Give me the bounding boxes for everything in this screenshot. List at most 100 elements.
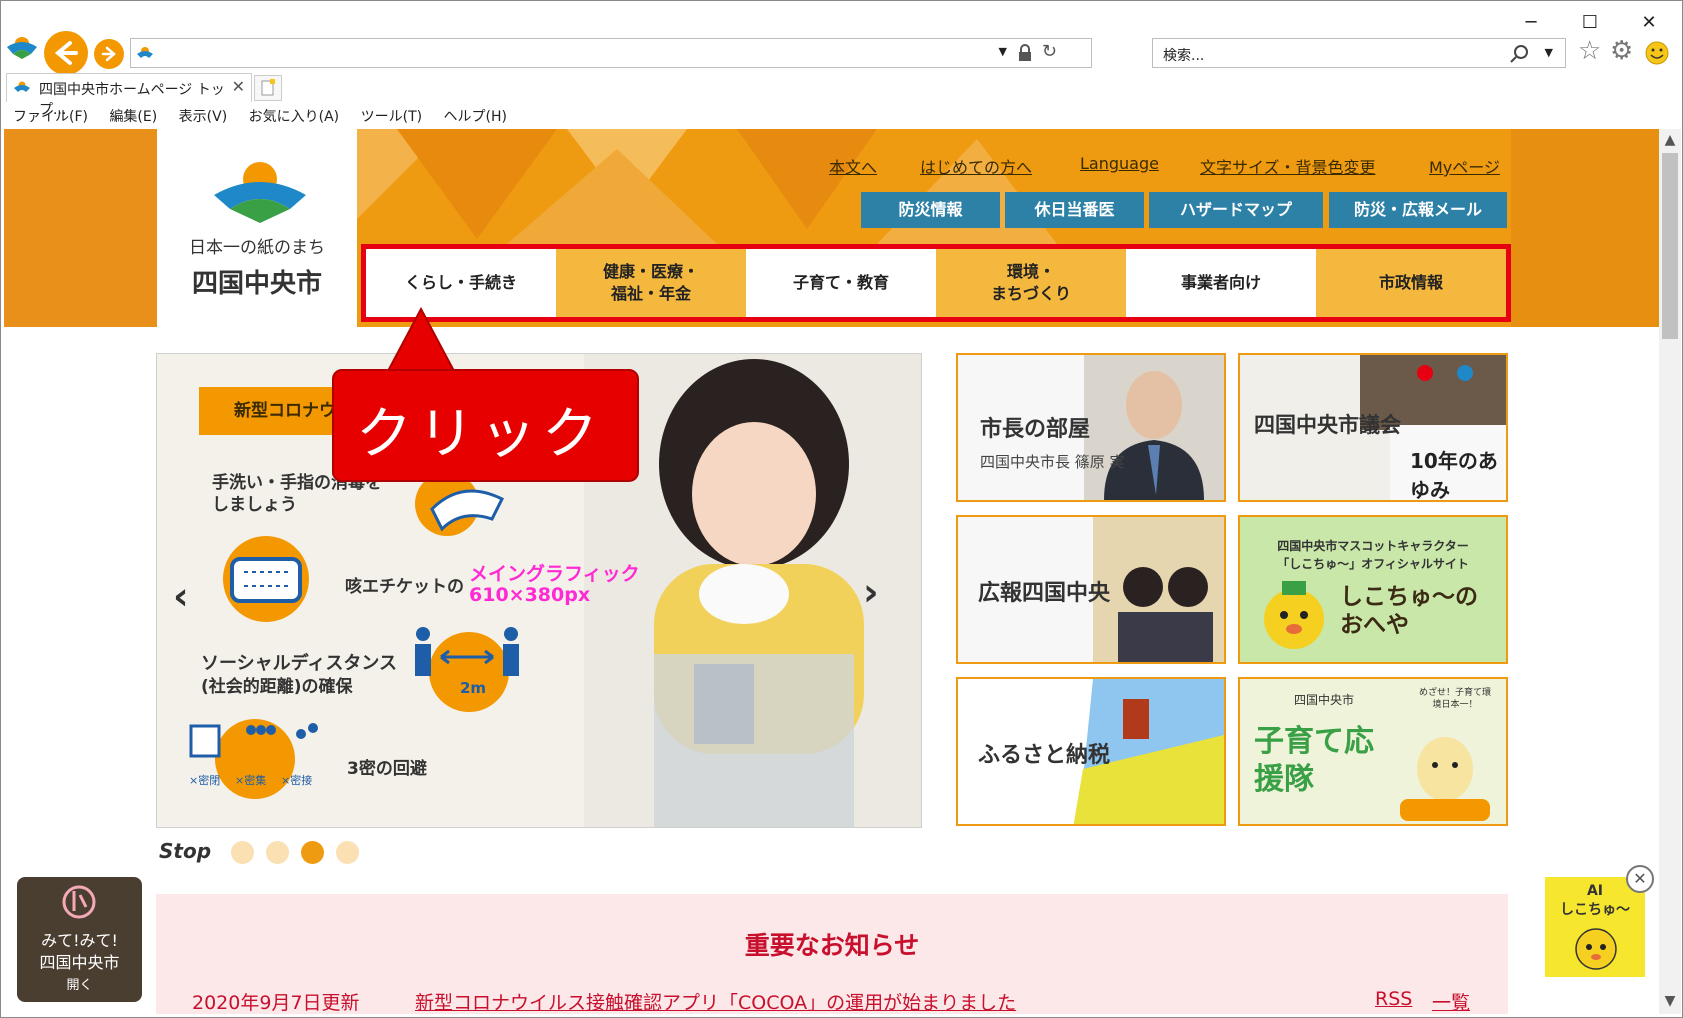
kosodate-mascot-icon <box>1400 737 1490 821</box>
btn-disaster-info[interactable]: 防災情報 <box>861 192 1000 228</box>
slide-sanmitsu-text: 3密の回避 <box>347 759 427 779</box>
slider-stop-button[interactable]: Stop <box>159 839 211 863</box>
mitemite-text-2: 四国中央市 <box>39 953 120 972</box>
callout-text: クリック <box>356 402 604 467</box>
page-favicon-icon <box>137 47 153 58</box>
search-dropdown-icon[interactable]: ▼ <box>1545 46 1553 59</box>
nav-health-label-1: 健康・医療・ <box>602 262 699 281</box>
callout-box: クリック <box>332 369 639 482</box>
site-logo[interactable]: 日本一の紙のまち 四国中央市 <box>157 129 357 327</box>
header-texture-right <box>1511 129 1659 327</box>
search-box[interactable]: 検索... ▼ <box>1152 38 1566 68</box>
maximize-button[interactable]: ☐ <box>1573 10 1607 36</box>
smiley-feedback-icon[interactable] <box>1644 40 1670 66</box>
banner-council[interactable]: 四国中央市議会 10年のあゆみ <box>1238 353 1508 502</box>
social-distance-icon <box>415 627 519 712</box>
slider-dot-3[interactable] <box>301 841 324 864</box>
site-favicon-icon <box>7 37 37 59</box>
close-window-button[interactable]: ✕ <box>1632 10 1666 36</box>
address-bar[interactable]: ▼ ↻ <box>130 38 1092 68</box>
tab-favicon-icon <box>14 81 30 92</box>
slider-prev-icon[interactable]: ‹ <box>173 574 189 618</box>
slider-next-icon[interactable]: › <box>863 570 879 614</box>
banner-kosodate[interactable]: 四国中央市 めざせ！子育て環境日本一！ 子育て応援隊 <box>1238 677 1508 826</box>
scroll-thumb[interactable] <box>1662 153 1678 339</box>
menu-file[interactable]: ファイル(F) <box>13 106 88 126</box>
slider-dot-1[interactable] <box>231 841 254 864</box>
nav-health[interactable]: 健康・医療・ 福祉・年金 <box>556 249 746 317</box>
nav-health-label-2: 福祉・年金 <box>610 284 691 303</box>
forward-button[interactable] <box>94 39 124 69</box>
link-language[interactable]: Language <box>1080 154 1159 173</box>
btn-disaster-mail[interactable]: 防災・広報メール <box>1329 192 1507 228</box>
banner-koho[interactable]: 広報四国中央 <box>956 515 1226 664</box>
nav-environment-label-1: 環境・ <box>1006 262 1055 281</box>
menu-tools[interactable]: ツール(T) <box>361 106 422 126</box>
notice-date: 2020年9月7日更新 <box>192 992 360 1014</box>
banner-council-sub: 10年のあゆみ <box>1410 449 1498 502</box>
banner-mayor[interactable]: 市長の部屋 四国中央市長 篠原 実 <box>956 353 1226 502</box>
menu-view[interactable]: 表示(V) <box>179 106 228 126</box>
refresh-icon[interactable]: ↻ <box>1042 41 1057 62</box>
site-header: 日本一の紙のまち 四国中央市 本文へ はじめての方へ Language 文字サイ… <box>4 129 1659 327</box>
shikochu-mascot-icon <box>1264 581 1324 649</box>
header-texture-left <box>4 129 157 327</box>
main-graphic-label: メイングラフィック <box>469 563 640 585</box>
ai-mascot-icon <box>1575 928 1617 970</box>
btn-hazard-map[interactable]: ハザードマップ <box>1149 192 1323 228</box>
banner-mayor-title: 市長の部屋 <box>980 417 1091 442</box>
btn-holiday-doctor[interactable]: 休日当番医 <box>1005 192 1144 228</box>
ai-shikochu-widget[interactable]: AI しこちゅ～ <box>1545 877 1645 977</box>
nav-environment[interactable]: 環境・ まちづくり <box>936 249 1126 317</box>
distance-2m-label: 2m <box>460 679 487 697</box>
minimize-button[interactable]: ─ <box>1514 10 1548 36</box>
banner-mascot[interactable]: 四国中央市マスコットキャラクター 「しこちゅ～」オフィシャルサイト しこちゅ～の… <box>1238 515 1508 664</box>
favorites-star-icon[interactable]: ☆ <box>1578 36 1601 66</box>
mitsu-label-crowded: ×密集 <box>235 774 267 787</box>
notice-list-link[interactable]: 一覧 <box>1432 988 1470 1014</box>
site-tagline: 日本一の紙のまち <box>189 238 325 258</box>
menu-help[interactable]: ヘルプ(H) <box>444 106 507 126</box>
slider-dot-4[interactable] <box>336 841 359 864</box>
ai-widget-close-icon[interactable]: ✕ <box>1626 865 1654 893</box>
link-skip-to-content[interactable]: 本文へ <box>829 154 877 178</box>
menu-favorites[interactable]: お気に入り(A) <box>249 106 340 126</box>
tab-close-icon[interactable]: ✕ <box>232 77 245 96</box>
gear-icon[interactable]: ⚙ <box>1610 36 1633 66</box>
nav-business[interactable]: 事業者向け <box>1126 249 1316 317</box>
link-font-size[interactable]: 文字サイズ・背景色変更 <box>1200 154 1376 178</box>
ai-name: しこちゅ～ <box>1560 902 1630 918</box>
link-first-time[interactable]: はじめての方へ <box>920 154 1032 178</box>
link-mypage[interactable]: Myページ <box>1429 154 1500 178</box>
browser-chrome: ─ ☐ ✕ ▼ ↻ 検索... ▼ ☆ ⚙ 四国中央市ホームページ トップ...… <box>0 0 1683 129</box>
address-dropdown-icon[interactable]: ▼ <box>999 45 1007 58</box>
vertical-scrollbar[interactable]: ▲ ▼ <box>1659 129 1681 1014</box>
notice-rss-link[interactable]: RSS <box>1375 988 1412 1010</box>
mitemite-widget[interactable]: みて!みて! 四国中央市 開く <box>17 877 142 1002</box>
back-button[interactable] <box>44 31 88 75</box>
koho-magazine-image <box>1093 517 1224 662</box>
slider-dot-2[interactable] <box>266 841 289 864</box>
scroll-down-icon[interactable]: ▼ <box>1659 990 1681 1012</box>
search-icon[interactable] <box>1509 44 1529 64</box>
menu-edit[interactable]: 編集(E) <box>109 106 157 126</box>
tab-active[interactable]: 四国中央市ホームページ トップ... ✕ <box>6 73 252 118</box>
page-viewport: 日本一の紙のまち 四国中央市 本文へ はじめての方へ Language 文字サイ… <box>4 129 1659 1014</box>
nav-city-admin[interactable]: 市政情報 <box>1316 249 1506 317</box>
tab-bar: 四国中央市ホームページ トップ... ✕ <box>0 72 1683 118</box>
banner-mascot-title: 四国中央市マスコットキャラクター <box>1277 539 1469 553</box>
search-input[interactable]: 検索... <box>1163 45 1204 65</box>
notice-link[interactable]: 新型コロナウイルス接触確認アプリ「COCOA」の運用が始まりました <box>415 988 1016 1014</box>
banner-mascot-big: しこちゅ～の おへや <box>1340 584 1478 638</box>
new-tab-button[interactable] <box>254 75 282 101</box>
scroll-up-icon[interactable]: ▲ <box>1659 129 1681 151</box>
banner-council-title: 四国中央市議会 <box>1254 413 1401 437</box>
nav-environment-label-2: まちづくり <box>990 284 1071 303</box>
forward-arrow-icon <box>101 46 116 62</box>
global-nav: くらし・手続き 健康・医療・ 福祉・年金 子育て・教育 環境・ まちづくり 事業者向… <box>361 244 1511 322</box>
mayor-photo-image <box>1084 355 1224 500</box>
banner-furusato[interactable]: ふるさと納税 <box>956 677 1226 826</box>
mitemite-open[interactable]: 開く <box>17 974 142 993</box>
nav-childcare-label: 子育て・教育 <box>792 273 889 292</box>
nav-childcare[interactable]: 子育て・教育 <box>746 249 936 317</box>
